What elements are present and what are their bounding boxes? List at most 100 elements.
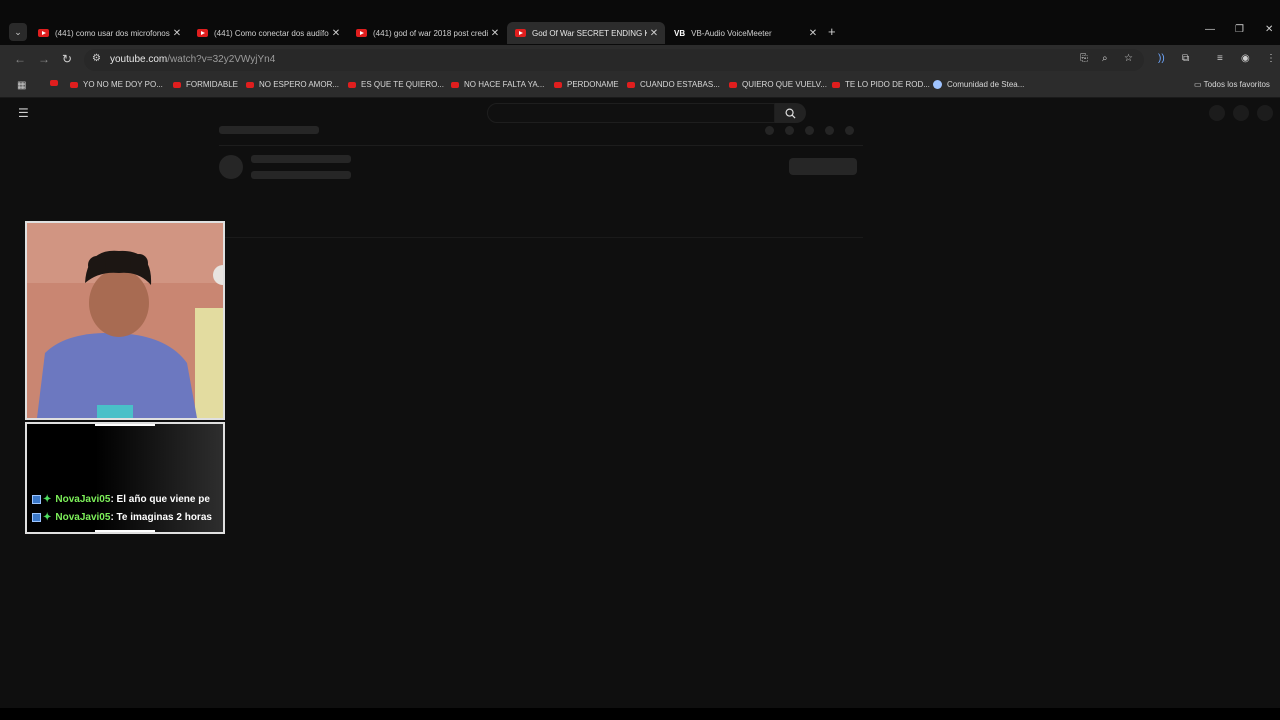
bookmark-item[interactable]: QUIERO QUE VUELV... xyxy=(729,80,827,89)
webcam-overlay xyxy=(25,221,225,420)
chat-text: : Te imaginas 2 horas xyxy=(110,512,212,523)
tab-title: God Of War SECRET ENDING K xyxy=(532,28,647,38)
skeleton-title xyxy=(219,126,319,134)
tab-title: VB-Audio VoiceMeeter xyxy=(691,28,772,38)
bookmark-item[interactable]: FORMIDABLE xyxy=(173,80,238,89)
bookmark-item[interactable]: NO HACE FALTA YA... xyxy=(451,80,544,89)
tab-1[interactable]: (441) como usar dos microfonos ✕ xyxy=(30,22,188,44)
youtube-icon xyxy=(38,29,49,37)
tab-5[interactable]: VB VB-Audio VoiceMeeter ✕ xyxy=(666,22,824,44)
close-icon[interactable]: ✕ xyxy=(170,28,184,39)
skeleton-dot xyxy=(765,126,774,135)
browser-toolbar: ← → ↻ ⚙ youtube.com/watch?v=32y2VWyjYn4 … xyxy=(0,45,1280,75)
header-placeholder-circle xyxy=(1257,105,1273,121)
divider xyxy=(219,237,863,238)
bookmark-star-icon[interactable]: ☆ xyxy=(1124,53,1133,64)
menu-dots-icon[interactable]: ⋮ xyxy=(1266,53,1276,64)
apps-grid-icon[interactable]: ▦ xyxy=(17,80,26,91)
youtube-icon xyxy=(515,29,526,37)
youtube-icon xyxy=(246,81,254,88)
media-control-icon[interactable]: ≡ xyxy=(1217,53,1223,64)
url-text[interactable]: youtube.com/watch?v=32y2VWyjYn4 xyxy=(110,54,275,65)
close-icon[interactable]: ✕ xyxy=(488,28,502,39)
skeleton-dot xyxy=(845,126,854,135)
header-placeholder-circle xyxy=(1233,105,1249,121)
chevron-down-icon: ⌄ xyxy=(14,26,22,37)
hamburger-menu-icon[interactable]: ☰ xyxy=(18,106,29,120)
youtube-icon xyxy=(173,81,181,88)
steam-icon xyxy=(933,80,942,89)
url-host: youtube.com xyxy=(110,54,168,65)
address-bar[interactable]: ⚙ youtube.com/watch?v=32y2VWyjYn4 ⎘ ⌕ ☆ xyxy=(84,49,1144,71)
bookmark-item[interactable]: PERDONAME xyxy=(554,80,619,89)
skeleton-dot xyxy=(825,126,834,135)
skeleton-avatar xyxy=(219,155,243,179)
forward-arrow-icon[interactable]: → xyxy=(38,52,50,66)
tab-title: (441) god of war 2018 post credits xyxy=(373,28,488,38)
chat-message: ✦ NovaJavi05 : Te imaginas 2 horas xyxy=(32,512,212,523)
youtube-icon xyxy=(50,80,58,86)
chat-text: : El año que viene pe xyxy=(110,494,210,505)
bookmark-item[interactable]: ES QUE TE QUIERO... xyxy=(348,80,444,89)
skeleton-dot xyxy=(785,126,794,135)
skeleton-subs xyxy=(251,171,351,179)
youtube-icon xyxy=(197,29,208,37)
header-placeholder-circle xyxy=(1209,105,1225,121)
skeleton-subscribe-button xyxy=(789,158,857,175)
bookmark-item[interactable]: YO NO ME DOY PO... xyxy=(70,80,163,89)
minimize-icon[interactable]: — xyxy=(1205,24,1215,35)
site-info-icon[interactable]: ⚙ xyxy=(92,53,101,64)
skeleton-dot xyxy=(805,126,814,135)
new-tab-plus-icon[interactable]: + xyxy=(828,24,836,39)
extensions-puzzle-icon[interactable]: ⧉ xyxy=(1182,53,1189,64)
sparkle-icon: ✦ xyxy=(43,494,52,505)
install-app-icon[interactable]: ⎘ xyxy=(1080,53,1088,64)
profile-icon[interactable]: ◉ xyxy=(1241,53,1250,64)
bookmark-item[interactable]: NO ESPERO AMOR... xyxy=(246,80,339,89)
bookmark-item[interactable] xyxy=(50,80,63,86)
close-icon[interactable]: ✕ xyxy=(806,28,820,39)
close-window-icon[interactable]: ✕ xyxy=(1265,24,1273,35)
chat-message: ✦ NovaJavi05 : El año que viene pe xyxy=(32,494,210,505)
zoom-icon[interactable]: ⌕ xyxy=(1102,53,1108,64)
extension-audio-icon[interactable]: )) xyxy=(1158,53,1165,64)
all-bookmarks-folder[interactable]: ▭ Todos los favoritos xyxy=(1194,80,1270,89)
sparkle-icon: ✦ xyxy=(43,512,52,523)
url-path: /watch?v=32y2VWyjYn4 xyxy=(167,54,276,65)
youtube-icon xyxy=(451,81,459,88)
bookmark-item[interactable]: CUANDO ESTABAS... xyxy=(627,80,720,89)
youtube-icon xyxy=(356,29,367,37)
youtube-icon xyxy=(729,81,737,88)
bookmark-item[interactable]: TE LO PIDO DE ROD... xyxy=(832,80,930,89)
youtube-icon xyxy=(554,81,562,88)
tab-4-active[interactable]: God Of War SECRET ENDING K ✕ xyxy=(507,22,665,44)
youtube-search-input[interactable] xyxy=(487,103,775,123)
vb-audio-icon: VB xyxy=(674,28,686,38)
chat-top-accent xyxy=(95,424,155,426)
youtube-search-button[interactable] xyxy=(775,103,806,123)
search-icon xyxy=(785,108,796,119)
webcam-person-image xyxy=(27,223,223,418)
chat-username: NovaJavi05 xyxy=(55,512,111,523)
close-icon[interactable]: ✕ xyxy=(647,28,661,39)
back-arrow-icon[interactable]: ← xyxy=(14,52,26,66)
folder-icon: ▭ xyxy=(1194,80,1204,89)
tab-title: (441) Como conectar dos audífonos xyxy=(214,28,329,38)
skeleton-channel xyxy=(251,155,351,163)
reload-icon[interactable]: ↻ xyxy=(62,52,72,66)
tab-2[interactable]: (441) Como conectar dos audífonos ✕ xyxy=(189,22,347,44)
stream-chat-overlay: ✦ NovaJavi05 : El año que viene pe ✦ Nov… xyxy=(25,422,225,534)
bookmarks-bar: ▦ YO NO ME DOY PO... FORMIDABLE NO ESPER… xyxy=(0,75,1280,98)
youtube-icon xyxy=(70,81,78,88)
chat-bottom-accent xyxy=(95,530,155,532)
youtube-icon xyxy=(348,81,356,88)
restore-icon[interactable]: ❐ xyxy=(1235,24,1244,35)
tab-search-button[interactable]: ⌄ xyxy=(9,23,27,41)
close-icon[interactable]: ✕ xyxy=(329,28,343,39)
tab-strip: ⌄ (441) como usar dos microfonos ✕ (441)… xyxy=(0,0,1280,45)
subscriber-badge-icon xyxy=(32,495,41,504)
tab-3[interactable]: (441) god of war 2018 post credits ✕ xyxy=(348,22,506,44)
bookmark-item-steam[interactable]: Comunidad de Stea... xyxy=(933,80,1024,89)
youtube-icon xyxy=(627,81,635,88)
tab-title: (441) como usar dos microfonos xyxy=(55,28,170,38)
